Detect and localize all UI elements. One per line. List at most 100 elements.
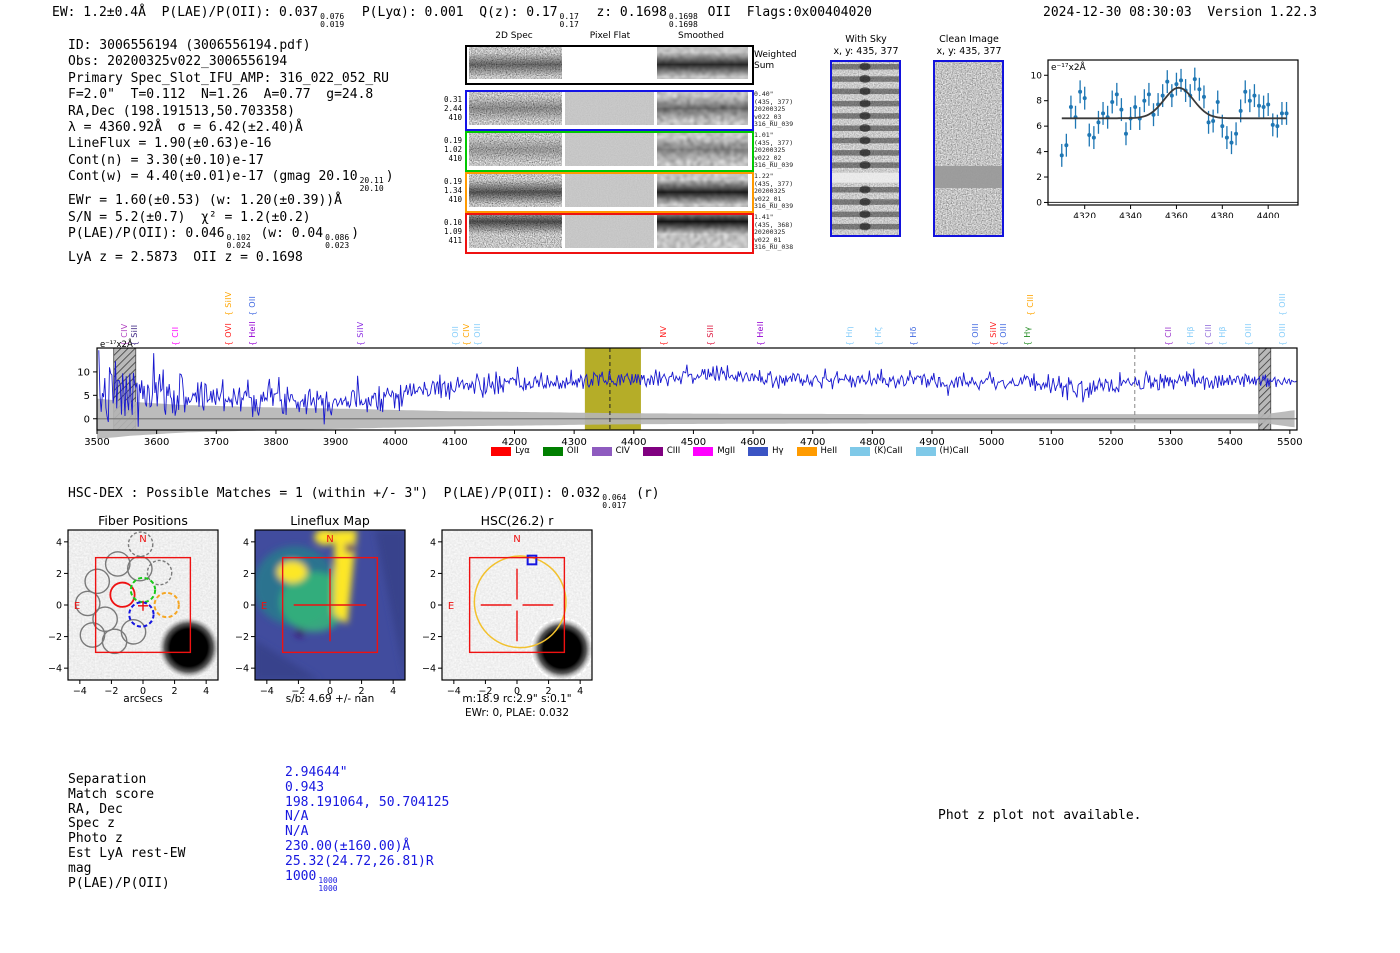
legend-label: MgII xyxy=(717,446,736,456)
fraction-lower: 0.017 xyxy=(602,501,627,510)
match-row-value: N/A xyxy=(285,809,309,825)
info-line: λ = 4360.92Å σ = 6.42(±2.40)Å xyxy=(68,120,303,136)
stacked-fraction: 0.17 0.17 xyxy=(560,13,579,29)
stacked-fraction: 1000 1000 xyxy=(318,876,338,893)
svg-text:2: 2 xyxy=(1036,173,1042,183)
compass-north-label: N xyxy=(326,534,333,545)
legend-swatch xyxy=(542,446,563,456)
info-line: RA,Dec (198.191513,50.703358) xyxy=(68,103,295,119)
col-title-pixel-flat: Pixel Flat xyxy=(589,31,631,41)
svg-text:2: 2 xyxy=(56,569,62,580)
compass-north-label: N xyxy=(139,534,146,545)
col-title-2d-spec: 2D Spec xyxy=(495,31,533,41)
detection-info-block: ID: 3006556194 (3006556194.pdf) Obs: 2020… xyxy=(68,38,394,266)
fiber-2d-spec-image xyxy=(461,84,570,133)
match-row-value: 230.00(±160.00)Å xyxy=(285,838,411,854)
svg-text:5: 5 xyxy=(84,391,90,402)
svg-text:5500: 5500 xyxy=(1277,437,1302,448)
hsc-cutout-caption2: EWr: 0, PLAE: 0.032 xyxy=(464,707,570,719)
match-row-label: P(LAE)/P(OII) xyxy=(68,875,170,891)
legend-item: Hγ xyxy=(748,446,784,456)
fiber-positions-image: −4 −4 −2 −2 0 0 2 2 4 4 NE xyxy=(48,529,219,697)
match-table-values: 2.94644" 0.943 198.191064, 50.704125 N/A N/A… xyxy=(285,765,450,893)
report-datetime-version: 2024-12-30 08:30:03 Version 1.22.3 xyxy=(1043,5,1317,20)
fraction-lower: 0.019 xyxy=(320,20,345,29)
legend-item: (K)CaII xyxy=(850,446,903,456)
fiber-row-annotation: 0.40" (435, 377) 20200325 v022_03 316_RU_039 xyxy=(754,90,794,129)
fiber-smoothed-image xyxy=(649,125,756,174)
legend-label: OII xyxy=(566,446,579,456)
fiber-smoothed-image xyxy=(649,84,756,133)
svg-text:−4: −4 xyxy=(235,664,249,675)
match-table-labels: Separation Match score RA, Dec Spec z Photo … xyxy=(68,772,185,891)
info-line: Cont(w) = 4.40(±0.01)e-17 (gmag 20.10 20.… xyxy=(68,169,394,194)
svg-text:4400: 4400 xyxy=(1257,212,1280,218)
svg-text:2: 2 xyxy=(430,569,436,580)
info-line: Cont(n) = 3.30(±0.10)e-17 xyxy=(68,152,264,168)
svg-text:4: 4 xyxy=(430,537,436,548)
info-line: P(LAE)/P(OII): 0.046 0.102 0.024 (w: 0.04 0… xyxy=(68,226,360,251)
svg-text:0: 0 xyxy=(1036,198,1042,208)
weighted-2d-spec-image xyxy=(461,39,570,87)
svg-text:0: 0 xyxy=(56,601,62,612)
photz-note: Phot z plot not available. xyxy=(938,808,1142,823)
compass-east-label: E xyxy=(74,601,80,612)
svg-text:8: 8 xyxy=(1036,97,1042,107)
fiber-2d-spec-image xyxy=(461,125,570,174)
fiber-row-weights: 0.31 2.44 410 xyxy=(443,95,462,122)
svg-text:3600: 3600 xyxy=(144,437,169,448)
with-sky-title: With Sky x, y: 435, 377 xyxy=(833,34,899,57)
legend-item: MgII xyxy=(693,446,735,456)
fiber-smoothed-image xyxy=(649,166,756,215)
line-color-legend: Lyα OII CIV CIII MgII Hγ HeII (K)CaII (H)CaII xyxy=(400,446,1060,456)
fraction-lower: 1000 xyxy=(318,883,338,893)
with-sky-image xyxy=(830,60,901,237)
match-row-label: mag xyxy=(68,860,92,876)
summary-header: EW: 1.2±0.4Å P(LAE)/P(OII): 0.037 0.076 0.… xyxy=(52,5,872,29)
legend-swatch xyxy=(748,446,769,456)
fiber-pixel-flat-image xyxy=(557,84,662,133)
match-row-value: 0.943 xyxy=(285,779,325,795)
fiber-positions-panel: −4 −4 −2 −2 0 0 2 2 4 4NE xyxy=(48,526,234,702)
spec2d-fiber-row xyxy=(461,84,756,133)
legend-swatch xyxy=(693,446,714,456)
line-fit-zoom-plot: 4320 4340 4360 4380 4400 0 2 4 6 8 10 e⁻¹⁷x2Å xyxy=(1030,48,1310,222)
match-row-label: Photo z xyxy=(68,831,123,847)
svg-text:−2: −2 xyxy=(48,632,62,643)
legend-label: (H)CaII xyxy=(939,446,969,456)
fraction-lower: 0.024 xyxy=(226,241,251,251)
svg-text:−2: −2 xyxy=(422,632,436,643)
fiber-positions-caption: arcsecs xyxy=(123,693,163,705)
info-line: Primary Spec_Slot_IFU_AMP: 316_022_052_R… xyxy=(68,70,389,86)
svg-text:0: 0 xyxy=(243,601,249,612)
weighted-smoothed-image xyxy=(649,39,756,87)
match-row-value: 2.94644" xyxy=(285,765,348,780)
svg-text:−2: −2 xyxy=(235,632,249,643)
weighted-sum-label: Weighted Sum xyxy=(754,50,797,71)
legend-label: (K)CaII xyxy=(874,446,903,456)
clean-2d-image xyxy=(933,60,1004,237)
spec2d-fiber-row xyxy=(461,166,756,215)
fiber-row-weights: 0.19 1.34 410 xyxy=(443,177,462,204)
match-row-value: 25.32(24.72,26.81)R xyxy=(285,853,434,869)
stacked-fraction: 0.076 0.019 xyxy=(320,13,344,29)
stacked-fraction: 0.086 0.023 xyxy=(325,234,349,250)
stacked-fraction: 20.11 20.10 xyxy=(360,177,384,193)
fiber-2d-spec-image xyxy=(461,207,570,256)
info-line: EWr = 1.60(±0.53) (w: 1.20(±0.39))Å xyxy=(68,193,342,209)
svg-text:3700: 3700 xyxy=(204,437,229,448)
info-line: S/N = 5.2(±0.7) χ² = 1.2(±0.2) xyxy=(68,209,311,225)
legend-label: Lyα xyxy=(515,446,530,456)
info-line: LyA z = 2.5873 OII z = 0.1698 xyxy=(68,250,303,266)
legend-item: OII xyxy=(542,446,579,456)
svg-text:4340: 4340 xyxy=(1119,212,1142,218)
bright-source-blob xyxy=(532,619,592,680)
info-line: Obs: 20200325v022_3006556194 xyxy=(68,54,288,70)
hsc-r-image: −4 −4 −2 −2 0 0 2 2 4 4 NE xyxy=(422,529,593,697)
fiber-pixel-flat-image xyxy=(557,125,662,174)
stacked-fraction: 0.1698 0.1698 xyxy=(669,13,698,29)
match-row-value: 198.191064, 50.704125 xyxy=(285,794,450,810)
lineflux-map-caption: s/b: 4.69 +/- nan xyxy=(285,693,375,705)
weighted-sum-row xyxy=(461,39,756,87)
flux-units-label: e⁻¹⁷x2Å xyxy=(100,338,133,350)
